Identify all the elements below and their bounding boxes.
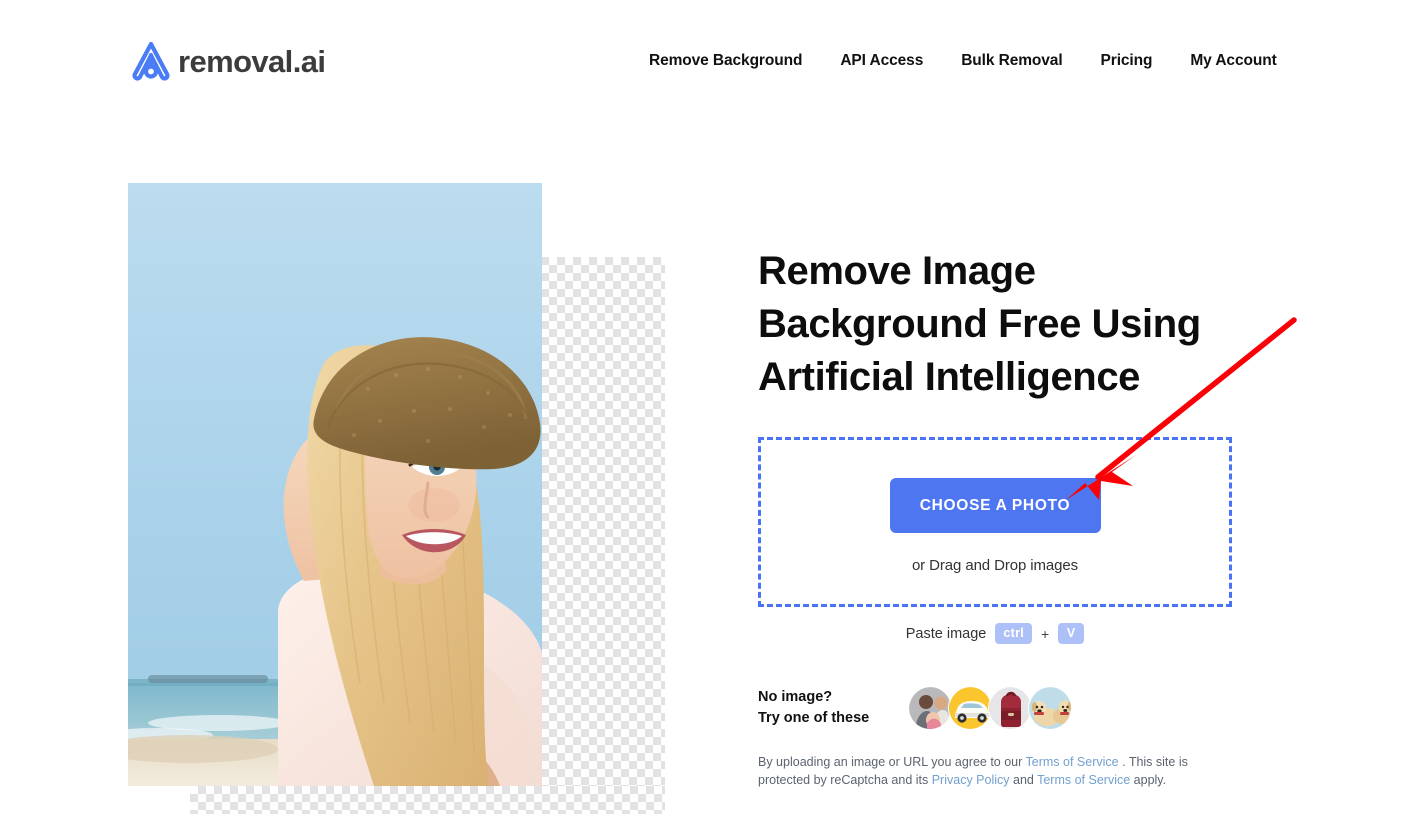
key-badge-ctrl: ctrl bbox=[995, 623, 1033, 644]
upload-dropzone[interactable]: CHOOSE A PHOTO or Drag and Drop images bbox=[758, 437, 1232, 607]
nav-item-my-account[interactable]: My Account bbox=[1171, 48, 1295, 74]
terms-of-service-link-2[interactable]: Terms of Service bbox=[1037, 773, 1130, 787]
legal-text-part1: By uploading an image or URL you agree t… bbox=[758, 755, 1026, 769]
page-root: removal.ai Remove Background API Access … bbox=[0, 0, 1418, 814]
key-badge-v: V bbox=[1058, 623, 1085, 644]
legal-text-part4: apply. bbox=[1130, 773, 1167, 787]
site-logo[interactable]: removal.ai bbox=[128, 38, 326, 84]
sample-images-section: No image? Try one of these bbox=[758, 686, 1072, 730]
nav-item-api-access[interactable]: API Access bbox=[821, 48, 942, 74]
sample-images-label: No image? Try one of these bbox=[758, 687, 898, 729]
main-navigation: Remove Background API Access Bulk Remova… bbox=[630, 48, 1296, 74]
sample-thumbnail-car[interactable] bbox=[948, 686, 992, 730]
legal-disclaimer: By uploading an image or URL you agree t… bbox=[758, 753, 1198, 789]
preview-image-area bbox=[128, 183, 665, 814]
legal-text-part3: and bbox=[1009, 773, 1038, 787]
choose-a-photo-button[interactable]: CHOOSE A PHOTO bbox=[889, 478, 1101, 533]
transparency-checkerboard-right bbox=[533, 257, 665, 786]
transparency-checkerboard-bottom bbox=[190, 786, 665, 814]
site-header: removal.ai Remove Background API Access … bbox=[0, 0, 1418, 120]
removal-ai-logo-icon bbox=[132, 41, 170, 81]
nav-item-bulk-removal[interactable]: Bulk Removal bbox=[942, 48, 1081, 74]
logo-wordmark: removal.ai bbox=[178, 43, 326, 79]
privacy-policy-link[interactable]: Privacy Policy bbox=[932, 773, 1010, 787]
sample-label-line1: No image? bbox=[758, 689, 833, 705]
page-title: Remove Image Background Free Using Artif… bbox=[758, 249, 1201, 399]
key-separator: + bbox=[1041, 625, 1050, 642]
sample-thumbnail-backpack[interactable] bbox=[988, 686, 1032, 730]
sample-thumbnail-family[interactable] bbox=[908, 686, 952, 730]
paste-image-hint: Paste image ctrl + V bbox=[758, 623, 1232, 644]
drag-drop-hint: or Drag and Drop images bbox=[911, 557, 1079, 574]
sample-label-line2: Try one of these bbox=[758, 710, 870, 726]
sample-thumbnail-dog[interactable] bbox=[1028, 686, 1072, 730]
preview-photo bbox=[128, 183, 542, 786]
sample-thumbnail-list bbox=[908, 686, 1072, 730]
paste-image-label: Paste image bbox=[905, 625, 987, 642]
nav-item-pricing[interactable]: Pricing bbox=[1082, 48, 1172, 74]
terms-of-service-link-1[interactable]: Terms of Service bbox=[1026, 755, 1119, 769]
nav-item-remove-background[interactable]: Remove Background bbox=[630, 48, 821, 74]
